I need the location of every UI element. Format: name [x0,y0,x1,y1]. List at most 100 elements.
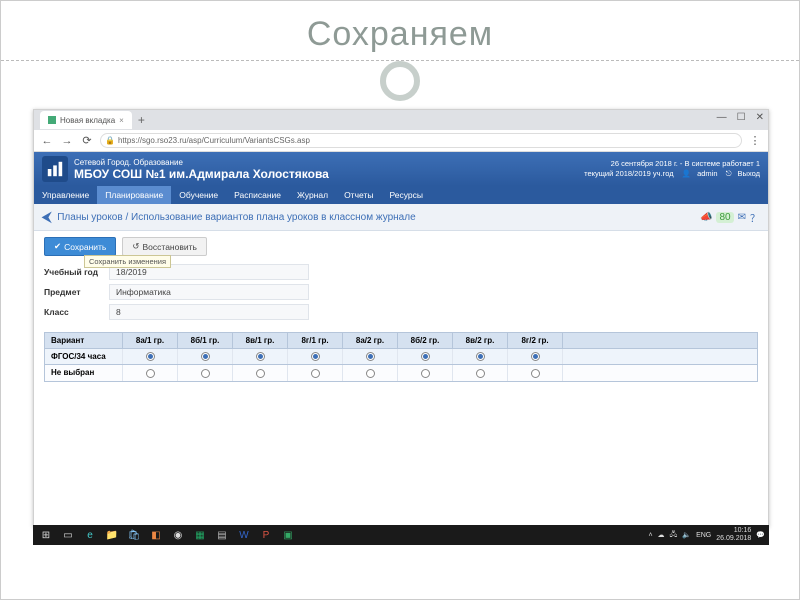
radio-button[interactable] [256,352,265,361]
radio-cell[interactable] [453,349,508,364]
radio-cell[interactable] [288,349,343,364]
explorer-icon[interactable]: 📁 [103,527,121,543]
tray-volume-icon[interactable]: 🔈 [682,531,691,539]
col-header-group-5: 8б/2 гр. [398,333,453,348]
megaphone-icon[interactable]: 📣 [700,212,712,223]
nav-item-2[interactable]: Обучение [171,186,226,204]
window-maximize[interactable]: ☐ [737,112,746,123]
browser-tab[interactable]: Новая вкладка × [40,111,132,129]
status-date: 26 сентября 2018 г. - В системе работает… [578,159,760,170]
forward-button[interactable]: → [60,135,74,147]
powerpoint-icon[interactable]: P [257,527,275,543]
class-value[interactable]: 8 [109,304,309,320]
radio-cell[interactable] [233,365,288,380]
tray-lang[interactable]: ENG [696,532,711,539]
nav-item-5[interactable]: Отчеты [336,186,381,204]
breadcrumb: ⮜ Планы уроков / Использование вариантов… [34,204,768,231]
taskbar-clock[interactable]: 10:16 26.09.2018 [716,527,751,542]
radio-cell[interactable] [343,365,398,380]
mail-icon[interactable]: ✉ [738,212,746,223]
nav-item-6[interactable]: Ресурсы [381,186,431,204]
radio-button[interactable] [201,352,210,361]
app-logo [42,156,68,182]
restore-button[interactable]: ↺ Восстановить [122,237,207,256]
chrome-icon[interactable]: ◉ [169,527,187,543]
tab-favicon [48,116,56,124]
reload-button[interactable]: ⟳ [80,134,94,147]
notification-badge[interactable]: 80 [716,212,733,223]
radio-cell[interactable] [343,349,398,364]
slide-title: Сохраняем [1,1,799,60]
radio-button[interactable] [256,369,265,378]
radio-cell[interactable] [178,349,233,364]
radio-cell[interactable] [508,349,563,364]
radio-cell[interactable] [398,365,453,380]
year-label: Учебный год [44,267,109,277]
radio-button[interactable] [366,352,375,361]
status-year: текущий 2018/2019 уч.год [584,169,674,178]
store-icon[interactable]: 🛍 [125,527,143,543]
tray-network-icon[interactable]: 🖧 [670,530,678,541]
breadcrumb-back-icon[interactable]: ⮜ [42,209,51,225]
radio-button[interactable] [531,352,540,361]
radio-button[interactable] [311,352,320,361]
radio-cell[interactable] [398,349,453,364]
user-icon: 👤 [682,169,691,178]
tray-chevron-icon[interactable]: ˄ [648,532,652,539]
edge-icon[interactable]: e [81,527,99,543]
radio-button[interactable] [146,352,155,361]
nav-item-1[interactable]: Планирование [97,186,171,204]
user-name[interactable]: admin [697,169,717,178]
window-minimize[interactable]: — [717,112,727,123]
save-button[interactable]: ✔ Сохранить [44,237,116,256]
exit-link[interactable]: Выход [738,169,760,178]
start-button[interactable]: ⊞ [37,527,55,543]
radio-button[interactable] [146,369,155,378]
window-close[interactable]: ✕ [756,112,764,123]
row-label: ФГОС/34 часа [45,349,123,364]
radio-button[interactable] [476,352,485,361]
app-header: Сетевой Город. Образование МБОУ СОШ №1 и… [34,152,768,186]
tray-cloud-icon[interactable]: ☁ [658,531,665,539]
radio-cell[interactable] [453,365,508,380]
subject-value[interactable]: Информатика [109,284,309,300]
tab-close-icon[interactable]: × [119,116,124,125]
help-icon[interactable]: ？ [750,210,760,225]
nav-item-4[interactable]: Журнал [289,186,336,204]
tray-notifications-icon[interactable]: 💬 [756,531,765,539]
radio-cell[interactable] [508,365,563,380]
app-icon-2[interactable]: ▤ [213,527,231,543]
col-header-group-6: 8в/2 гр. [453,333,508,348]
decoration-circle [380,61,420,101]
nav-item-3[interactable]: Расписание [226,186,289,204]
back-button[interactable]: ← [40,135,54,147]
class-label: Класс [44,307,109,317]
address-bar: ← → ⟳ 🔒 https://sgo.rso23.ru/asp/Curricu… [34,130,768,152]
radio-button[interactable] [421,369,430,378]
radio-cell[interactable] [178,365,233,380]
save-tooltip: Сохранить изменения [84,255,171,268]
radio-button[interactable] [421,352,430,361]
radio-cell[interactable] [288,365,343,380]
radio-button[interactable] [366,369,375,378]
app-icon-1[interactable]: ◧ [147,527,165,543]
radio-button[interactable] [476,369,485,378]
radio-cell[interactable] [123,349,178,364]
app-icon-3[interactable]: ▣ [279,527,297,543]
lock-icon: 🔒 [105,136,115,145]
new-tab-button[interactable]: + [132,113,151,127]
radio-button[interactable] [531,369,540,378]
radio-button[interactable] [201,369,210,378]
browser-window: Новая вкладка × + — ☐ ✕ ← → ⟳ 🔒 https://… [33,109,769,527]
radio-cell[interactable] [233,349,288,364]
col-header-variant: Вариант [45,333,123,348]
menu-icon[interactable]: ⋮ [748,134,762,147]
radio-cell[interactable] [123,365,178,380]
task-view-icon[interactable]: ▭ [59,527,77,543]
url-input[interactable]: 🔒 https://sgo.rso23.ru/asp/Curriculum/Va… [100,133,742,148]
excel-icon[interactable]: ▦ [191,527,209,543]
nav-item-0[interactable]: Управление [34,186,97,204]
clock-time: 10:16 [716,527,751,535]
word-icon[interactable]: W [235,527,253,543]
radio-button[interactable] [311,369,320,378]
